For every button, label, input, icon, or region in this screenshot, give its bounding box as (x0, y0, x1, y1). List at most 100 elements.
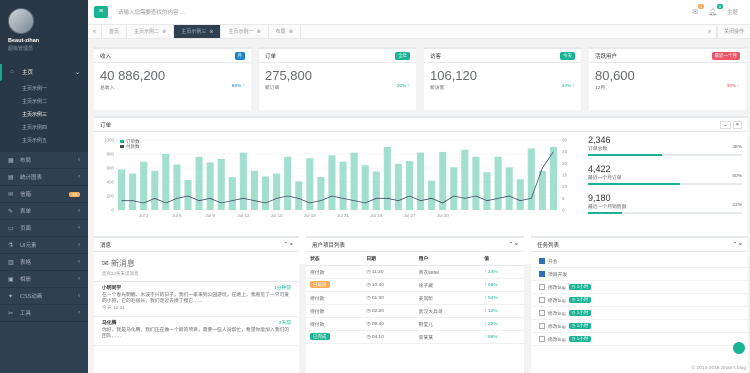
sidebar-item[interactable]: ▭ 页面 ‹ (0, 220, 88, 237)
bell-icon[interactable]: 🔔︎ 8 (708, 4, 723, 16)
chevron-left-icon: ‹ (78, 157, 80, 163)
close-icon[interactable]: × (732, 120, 742, 129)
chart-bar (494, 156, 502, 210)
stat-title: 收入 (100, 53, 112, 60)
theme-link[interactable]: 主题 (727, 8, 738, 16)
submenu-item[interactable]: 主页示例五 (0, 135, 88, 148)
submenu-item[interactable]: 主页示例四 (0, 122, 88, 135)
task-checkbox[interactable] (539, 336, 545, 342)
close-tab-icon[interactable]: ⊗ (162, 25, 166, 39)
chart-bar (538, 170, 546, 210)
close-tab-icon[interactable]: ⊗ (289, 25, 293, 39)
close-tab-icon[interactable]: ⊗ (209, 25, 213, 39)
stat-card-header: 活跃用户 最近一个月 (589, 49, 746, 63)
sidebar-item[interactable]: ✦ CSS动画 ‹ (0, 288, 88, 305)
sidebar-item-label: 信箱 (20, 192, 32, 198)
tabs-back-icon[interactable]: « (88, 25, 102, 38)
sidebar-item[interactable]: ▣ 相册 ‹ (0, 271, 88, 288)
sidebar-item[interactable]: ⌂ 主页 ⌄ (0, 64, 88, 81)
stat-footer: 新访客 44% ↑ (424, 84, 581, 91)
picture-icon: ▣ (8, 276, 14, 283)
chevron-up-icon[interactable]: ⌄ (720, 120, 731, 129)
order-stat: 4,422 最近一个月订单 60% (584, 161, 746, 190)
submenu-item[interactable]: 主页示例一 (0, 83, 88, 96)
status-text: 待付款 (310, 309, 325, 315)
order-stat-row: 最近一个月订单 60% (588, 174, 742, 181)
tab-label: 首页 (109, 28, 120, 35)
sidebar-item[interactable]: ▤ 统计图表 ‹ (0, 169, 88, 186)
tab-item[interactable]: 首页 (102, 25, 128, 38)
x-tick-label: Jul 6 (172, 213, 182, 218)
sidebar-nav: ⌂ 主页 ⌄ 主页示例一 主页示例二 主页示例三 主页示例四 主页示例五 ▦ 布局 ‹ ▤ 统计图表 ‹ ✉… (0, 64, 88, 322)
task-checkbox[interactable] (539, 323, 545, 329)
table-row[interactable]: 待付款 ◷ 11:20 青衣5858 ↑ 24% (306, 265, 524, 279)
order-stat: 2,346 订单总数 48% (584, 132, 746, 161)
status-badge: 已取消 (310, 281, 330, 288)
cell-user: 荆莹儿 (414, 317, 481, 331)
task-checkbox[interactable] (539, 310, 545, 316)
task-label: ◷ 1小时 (568, 310, 592, 316)
panel-tools-icon[interactable]: ⌃ × (509, 242, 518, 248)
progress-bar (588, 154, 742, 156)
search-input[interactable]: 请输入您需要查找的内容 … (118, 8, 692, 16)
message-text: 在一个春光明媚、水波不兴的日子，我们一家来到公园游玩，在路上，我看见了一只可爱的… (102, 292, 290, 305)
stat-card-header: 访客 今天 (424, 49, 581, 63)
task-checkbox[interactable] (539, 258, 545, 264)
chart-bar (328, 155, 336, 210)
avatar[interactable] (8, 8, 34, 34)
menu-toggle-button[interactable]: ≡ (94, 6, 108, 18)
table-row[interactable]: 待付款 ◷ 01:30 姜岚昕 ↑ 54% (306, 291, 524, 305)
submenu-item[interactable]: 主页示例三 (0, 109, 88, 122)
order-stat-row: 订单总数 48% (588, 145, 742, 152)
sidebar-item[interactable]: ▥ 表格 ‹ (0, 254, 88, 271)
panel-tools-icon[interactable]: ⌃ × (284, 242, 293, 248)
table-row[interactable]: 待付款 ◷ 02:20 武汉大兵哥 ↑ 12% (306, 304, 524, 318)
table-row[interactable]: 已完成 ◷ 04:10 栾某某 ↑ 66% (306, 330, 524, 344)
chart-bar (206, 162, 214, 210)
table-row[interactable]: 已取消 ◷ 10:40 徐子崴 ↑ 66% (306, 278, 524, 292)
close-tab-icon[interactable]: ⊗ (256, 25, 260, 39)
chart-bar (461, 149, 469, 210)
envelope-icon[interactable]: ✉ 4 (692, 4, 705, 16)
chat-button[interactable] (733, 342, 745, 354)
message-item[interactable]: 马化腾 2天前 你好，我是马化腾，我们正在做一个新的项目，需要一些人员帮忙，希望你能… (94, 317, 299, 346)
status-text: 待付款 (310, 322, 325, 328)
order-stat-label: 最近一个月销售额 (588, 205, 627, 210)
stat-sub: 12月 (595, 86, 606, 91)
cell-time: ◷ 02:20 (362, 304, 415, 318)
tab-item[interactable]: 布局 ⊗ (269, 25, 301, 38)
sidebar-item-label: CSS动画 (20, 294, 43, 300)
stat-label: 月 (234, 51, 245, 60)
sidebar-item[interactable]: ⚗ UI元素 ‹ (0, 237, 88, 254)
task-checkbox[interactable] (539, 284, 545, 290)
task-text: 开会 (548, 259, 558, 265)
sidebar-item-label: 页面 (20, 226, 32, 232)
chart-bar (505, 167, 513, 210)
submenu-item[interactable]: 主页示例二 (0, 96, 88, 109)
panel-tools-icon[interactable]: ⌃ × (733, 242, 742, 248)
stat-title: 访客 (430, 53, 442, 60)
tab-item[interactable]: 主页示例一 ⊗ (221, 25, 269, 39)
message-item[interactable]: 小明同学 1分钟前 在一个春光明媚、水波不兴的日子，我们一家来到公园游玩，在路上，我… (94, 282, 299, 317)
stat-card: 活跃用户 最近一个月 80,600 12月 38% ↓ (589, 47, 746, 110)
task-item: 修改bug ◷ 1小时 (531, 333, 748, 346)
close-operations-dropdown[interactable]: 关闭操作 (716, 25, 750, 38)
tabs-forward-icon[interactable]: » (703, 25, 717, 38)
x-tick-label: Jul 27 (403, 213, 416, 218)
profile-name[interactable]: Beaut-zihan (8, 38, 80, 44)
sidebar-item[interactable]: ✉ 信箱 16 (0, 186, 88, 203)
cell-user: 武汉大兵哥 (414, 304, 481, 318)
cell-time: ◷ 10:40 (362, 278, 415, 292)
table-row[interactable]: 待付款 ◷ 09:40 荆莹儿 ↑ 22% (306, 317, 524, 331)
tab-item[interactable]: 主页示例二 ⊗ (127, 25, 175, 39)
panel-title: 任务列表 (537, 242, 560, 249)
sidebar-item[interactable]: ✎ 表单 ‹ (0, 203, 88, 220)
sidebar-item[interactable]: ✂ 工具 ‹ (0, 305, 88, 322)
task-checkbox[interactable] (539, 297, 545, 303)
task-checkbox[interactable] (539, 271, 545, 277)
stat-label: 今天 (560, 51, 575, 60)
tab-item[interactable]: 主页示例三 ⊗ (174, 25, 222, 39)
panel-title: 消息 (100, 242, 112, 249)
sidebar-item-label: 布局 (20, 158, 32, 164)
sidebar-item[interactable]: ▦ 布局 ‹ (0, 152, 88, 169)
